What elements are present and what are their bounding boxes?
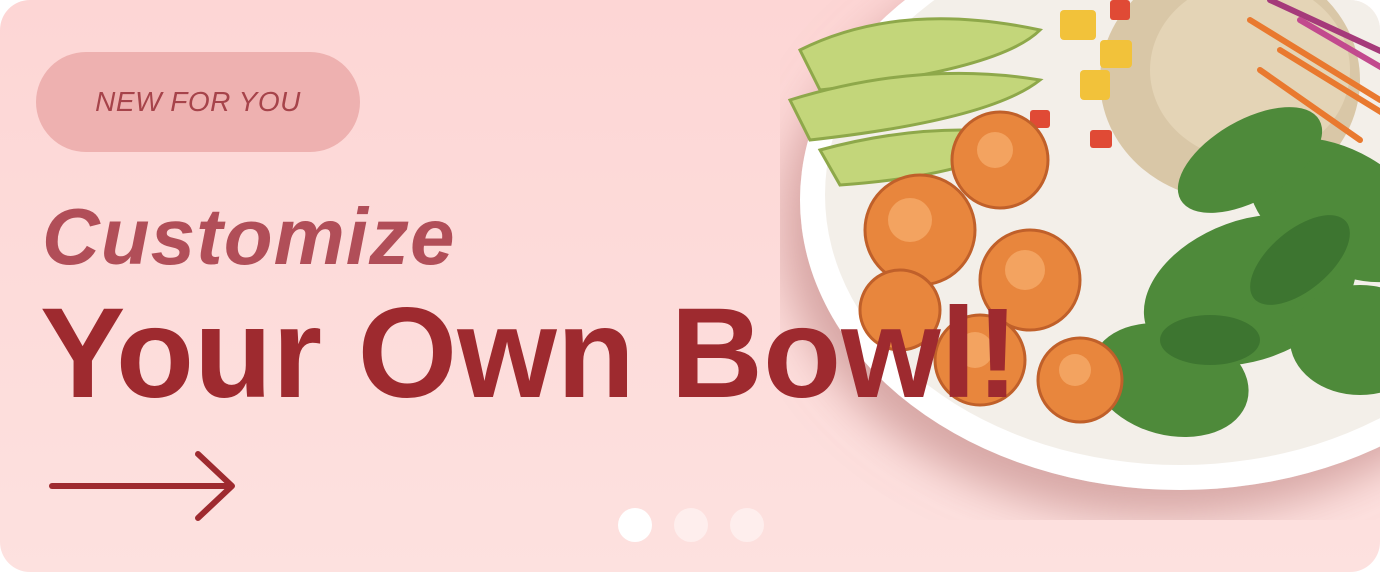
carousel-dot-3[interactable] [730, 508, 764, 542]
headline-your-own-bowl: Your Own Bowl! [40, 282, 1019, 425]
promo-banner[interactable]: NEW FOR YOU Customize Your Own Bowl! [0, 0, 1380, 572]
headline-customize: Customize [42, 192, 456, 281]
arrow-right-icon[interactable] [48, 448, 240, 524]
carousel-dots [618, 508, 764, 542]
carousel-dot-1[interactable] [618, 508, 652, 542]
carousel-dot-2[interactable] [674, 508, 708, 542]
new-badge-label: NEW FOR YOU [95, 86, 301, 117]
new-badge: NEW FOR YOU [36, 52, 360, 152]
bowl-image [787, 0, 1380, 490]
